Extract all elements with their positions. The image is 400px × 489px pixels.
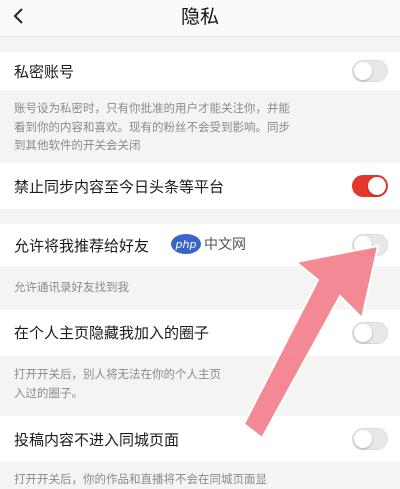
block-sync-toggle[interactable] <box>352 175 388 197</box>
description-line: 允许通讯录好友找到我 <box>14 280 129 294</box>
setting-label: 允许将我推荐给好友 <box>14 237 150 255</box>
private-account-description: 账号设为私密时，只有你批准的用户才能关注你，并能 看到你的内容和喜欢。现有的粉丝… <box>14 99 384 155</box>
toggle-knob <box>354 236 372 254</box>
setting-label: 在个人主页隐藏我加入的圈子 <box>14 324 210 342</box>
toggle-knob <box>368 177 386 195</box>
exclude-local-description: 打开开关后，你的作品和直播将不会在同城页面显 <box>14 470 384 489</box>
exclude-local-toggle[interactable] <box>352 428 388 450</box>
toggle-knob <box>354 430 372 448</box>
hide-circles-toggle[interactable] <box>352 322 388 344</box>
setting-label: 禁止同步内容至今日头条等平台 <box>14 178 225 196</box>
description-line: 打开开关后，别人将无法在你的个人主页 <box>14 367 221 381</box>
setting-row-hide-circles[interactable]: 在个人主页隐藏我加入的圈子 <box>0 310 400 356</box>
watermark: php 中文网 <box>171 234 246 254</box>
setting-label: 私密账号 <box>14 63 75 81</box>
description-line: 入过的圈子。 <box>14 385 83 400</box>
recommend-to-friends-toggle[interactable] <box>352 234 388 256</box>
setting-label: 投稿内容不进入同城页面 <box>14 431 180 449</box>
top-bar: 隐私 <box>0 0 400 37</box>
toggle-knob <box>354 62 372 80</box>
private-account-toggle[interactable] <box>352 60 388 82</box>
description-line: 账号设为私密时，只有你批准的用户才能关注你，并能 <box>14 101 290 115</box>
setting-row-block-sync[interactable]: 禁止同步内容至今日头条等平台 <box>0 163 400 209</box>
description-line: 看到你的内容和喜欢。现有的粉丝不会受到影响。同步 <box>14 119 290 134</box>
toggle-knob <box>354 324 372 342</box>
watermark-logo: php <box>171 234 201 254</box>
description-line: 到其他软件的开关会关闭 <box>14 138 141 152</box>
recommend-description: 允许通讯录好友找到我 <box>14 278 384 297</box>
page-title: 隐私 <box>180 6 219 28</box>
description-line: 打开开关后，你的作品和直播将不会在同城页面显 <box>14 472 267 486</box>
hide-circles-description: 打开开关后，别人将无法在你的个人主页 入过的圈子。 <box>14 365 384 402</box>
watermark-text: 中文网 <box>204 234 246 254</box>
setting-row-exclude-local[interactable]: 投稿内容不进入同城页面 <box>0 416 400 462</box>
setting-row-private-account[interactable]: 私密账号 <box>0 52 400 90</box>
